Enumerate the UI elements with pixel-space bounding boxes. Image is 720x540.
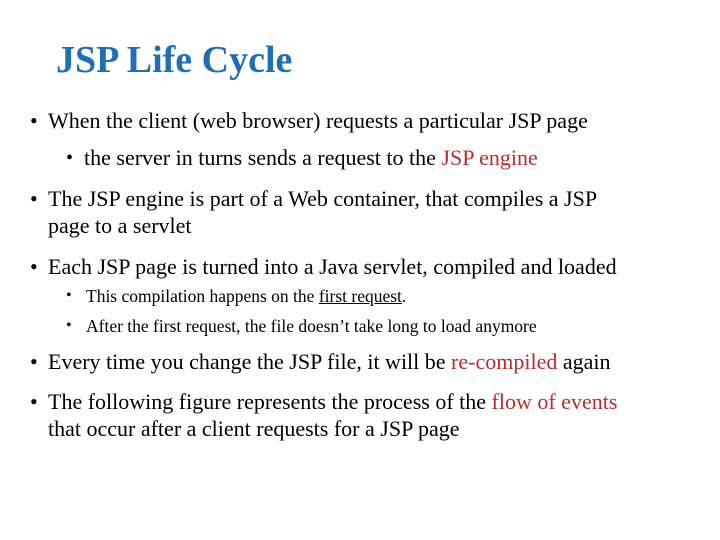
text-segment: After the first request, the file doesn’… — [86, 316, 537, 336]
bullet-text-line: the server in turns sends a request to t… — [84, 145, 538, 171]
text-segment: the server in turns sends a request to t… — [84, 145, 442, 170]
text-segment: page to a servlet — [48, 213, 192, 238]
text-segment: Every time you change the JSP file, it w… — [48, 349, 452, 374]
slide-title: JSP Life Cycle — [56, 39, 293, 81]
bullet-text-line: Each JSP page is turned into a Java serv… — [48, 254, 617, 280]
bullet-marker: • — [66, 147, 74, 169]
text-segment: When the client (web browser) requests a… — [48, 108, 588, 133]
underlined-term: first request — [318, 286, 402, 306]
bullet-text-line: The JSP engine is part of a Web containe… — [48, 186, 597, 212]
bullet-marker: • — [30, 389, 38, 414]
bullet-text-line: The following figure represents the proc… — [48, 389, 617, 415]
bullet-text-line: Every time you change the JSP file, it w… — [48, 349, 611, 375]
bullet-marker: • — [30, 254, 38, 279]
bullet-marker: • — [66, 317, 72, 334]
highlighted-term: re-compiled — [451, 349, 558, 374]
text-segment: The JSP engine is part of a Web containe… — [48, 186, 598, 211]
bullet-marker: • — [30, 349, 38, 374]
text-segment: again — [557, 349, 611, 374]
bullet-text-line: After the first request, the file doesn’… — [86, 315, 537, 337]
bullet-marker: • — [30, 108, 38, 133]
text-segment: . — [401, 286, 407, 306]
bullet-marker: • — [30, 186, 38, 211]
highlighted-term: JSP engine — [441, 145, 538, 170]
bullet-marker: • — [66, 287, 72, 304]
bullet-text-line: When the client (web browser) requests a… — [48, 108, 588, 134]
text-segment: The following figure represents the proc… — [48, 389, 492, 414]
text-segment: This compilation happens on the — [86, 286, 319, 306]
bullet-text-line: page to a servlet — [48, 213, 192, 239]
text-segment: that occur after a client requests for a… — [48, 416, 460, 441]
text-segment: Each JSP page is turned into a Java serv… — [48, 254, 617, 279]
bullet-text-line: that occur after a client requests for a… — [48, 416, 460, 442]
highlighted-term: flow of events — [491, 389, 618, 414]
bullet-text-line: This compilation happens on the first re… — [86, 285, 406, 307]
